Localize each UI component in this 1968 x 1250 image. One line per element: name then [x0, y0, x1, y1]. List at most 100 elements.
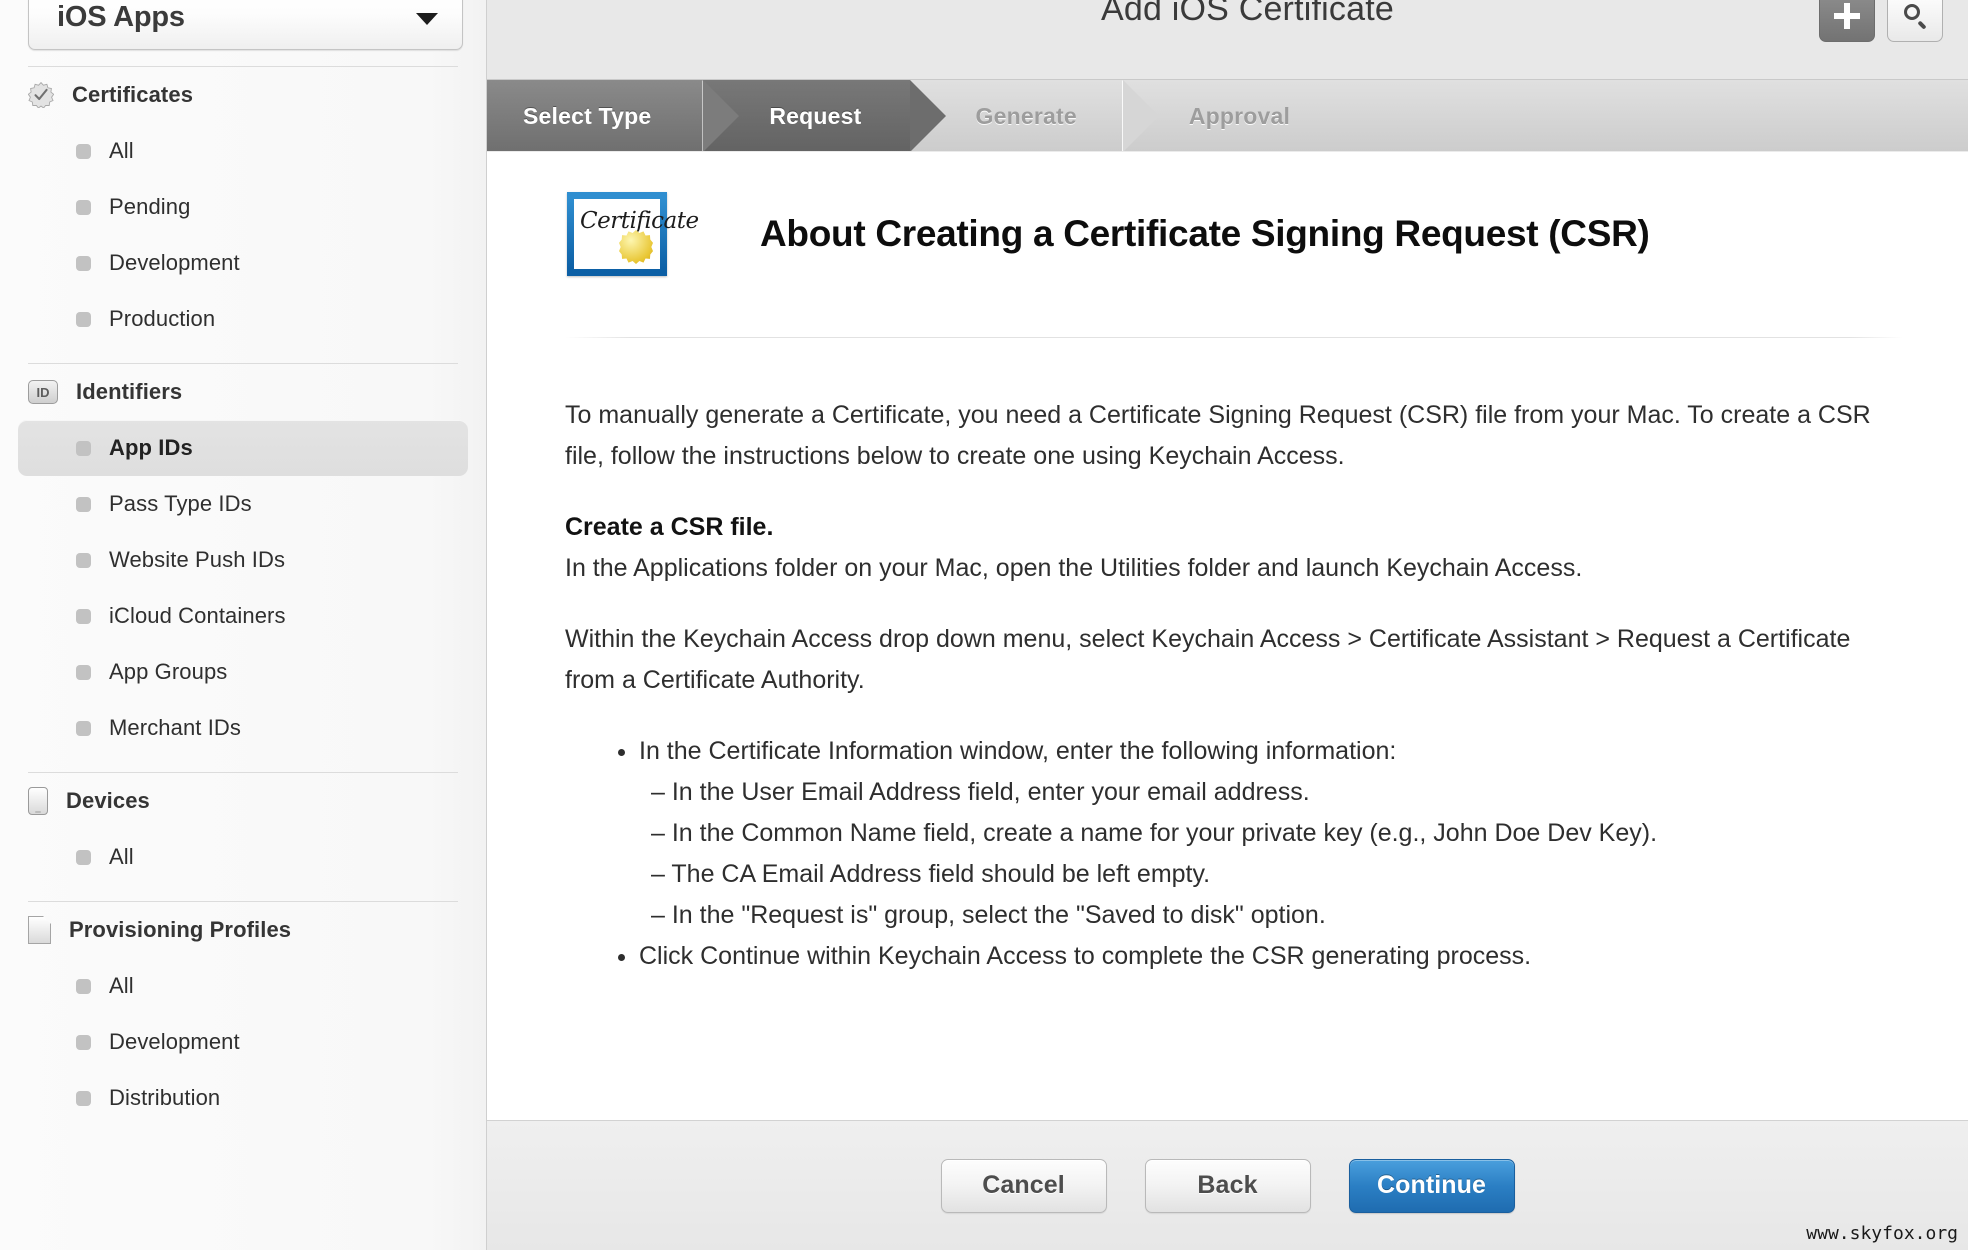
- intro-paragraph: To manually generate a Certificate, you …: [565, 401, 1871, 470]
- sidebar-group-header-certificates[interactable]: Certificates: [0, 67, 486, 123]
- list-item-text: Click Continue within Keychain Access to…: [639, 942, 1532, 970]
- cancel-button[interactable]: Cancel: [940, 1158, 1107, 1213]
- main-pane: Add iOS Certificate Select Type Request: [487, 0, 1968, 1250]
- instruction-sublist: – In the User Email Address field, enter…: [651, 772, 1890, 936]
- sidebar-item-icloud-containers[interactable]: iCloud Containers: [18, 588, 468, 644]
- top-bar: Add iOS Certificate: [487, 0, 1968, 79]
- step-select-type[interactable]: Select Type: [487, 80, 740, 151]
- add-button[interactable]: [1819, 0, 1875, 42]
- continue-button[interactable]: Continue: [1348, 1158, 1515, 1213]
- bullet-icon: [76, 255, 91, 271]
- bullet-icon: [76, 496, 91, 512]
- bullet-icon: [76, 608, 91, 624]
- bullet-icon: [76, 311, 91, 327]
- search-button[interactable]: [1887, 0, 1943, 42]
- sidebar-item-devices-all[interactable]: All: [18, 829, 468, 885]
- step-label: Select Type: [523, 102, 652, 129]
- sidebar-item-pass-type-ids[interactable]: Pass Type IDs: [18, 476, 468, 532]
- sub-list-item: – In the User Email Address field, enter…: [651, 778, 1310, 806]
- content-heading: About Creating a Certificate Signing Req…: [760, 213, 1650, 254]
- certificate-badge-icon: [27, 81, 55, 109]
- sidebar-item-label: Merchant IDs: [109, 715, 242, 740]
- instruction-list: In the Certificate Information window, e…: [617, 731, 1890, 977]
- step-breadcrumb: Select Type Request Generate Approval: [487, 79, 1968, 151]
- bullet-icon: [76, 664, 91, 680]
- sidebar-item-label: App IDs: [109, 435, 193, 460]
- content-hero: Certificate About Creating a Certificate…: [487, 152, 1968, 276]
- sidebar: iOS Apps Certificates All Pending Develo…: [0, 0, 487, 1250]
- document-icon: [28, 915, 52, 944]
- bullet-icon: [76, 552, 91, 568]
- bullet-icon: [76, 720, 91, 736]
- sidebar-group-header-devices[interactable]: Devices: [0, 773, 486, 829]
- sidebar-item-profiles-all[interactable]: All: [18, 958, 468, 1014]
- footer-actions: Cancel Back Continue: [487, 1120, 1968, 1250]
- sidebar-group-certificates: Certificates All Pending Development Pro…: [0, 67, 486, 347]
- step-approval[interactable]: Approval: [1121, 80, 1968, 151]
- sidebar-item-app-ids[interactable]: App IDs: [18, 420, 468, 476]
- sidebar-item-certificates-pending[interactable]: Pending: [18, 179, 468, 235]
- sidebar-item-profiles-development[interactable]: Development: [18, 1014, 468, 1070]
- sidebar-item-label: Pass Type IDs: [109, 491, 252, 516]
- sidebar-group-identifiers: ID Identifiers App IDs Pass Type IDs Web…: [0, 364, 486, 756]
- sidebar-group-header-provisioning-profiles[interactable]: Provisioning Profiles: [0, 902, 486, 958]
- sidebar-item-certificates-production[interactable]: Production: [18, 291, 468, 347]
- sidebar-item-website-push-ids[interactable]: Website Push IDs: [18, 532, 468, 588]
- sidebar-item-label: All: [109, 138, 134, 163]
- sidebar-group-title: Certificates: [72, 82, 194, 107]
- sidebar-item-label: App Groups: [109, 659, 228, 684]
- bullet-icon: [76, 849, 91, 865]
- bullet-icon: [76, 978, 91, 994]
- sidebar-item-label: Distribution: [109, 1085, 221, 1110]
- sidebar-item-label: Development: [109, 250, 240, 275]
- menu-path-line: Within the Keychain Access drop down men…: [565, 625, 1851, 694]
- step-label: Generate: [975, 102, 1077, 129]
- team-selector-button[interactable]: iOS Apps: [28, 0, 463, 50]
- sidebar-item-app-groups[interactable]: App Groups: [18, 644, 468, 700]
- device-icon: [28, 787, 48, 815]
- id-badge-icon: ID: [28, 380, 58, 404]
- list-item-text: In the Certificate Information window, e…: [639, 737, 1397, 765]
- certificate-icon: Certificate: [567, 192, 699, 276]
- sidebar-item-label: All: [109, 973, 134, 998]
- sidebar-item-label: Development: [109, 1029, 240, 1054]
- plus-icon: [1844, 3, 1850, 29]
- team-selector[interactable]: iOS Apps: [28, 0, 463, 50]
- bullet-icon: [76, 143, 91, 159]
- bullet-icon: [76, 1090, 91, 1106]
- list-item: In the Certificate Information window, e…: [639, 731, 1890, 936]
- sidebar-group-title: Identifiers: [76, 379, 183, 404]
- sidebar-item-profiles-distribution[interactable]: Distribution: [18, 1070, 468, 1126]
- sub-list-item: – In the "Request is" group, select the …: [651, 901, 1326, 929]
- bullet-icon: [76, 199, 91, 215]
- content-card: Certificate About Creating a Certificate…: [487, 152, 1968, 1120]
- sidebar-item-certificates-development[interactable]: Development: [18, 235, 468, 291]
- sidebar-nav: Certificates All Pending Development Pro…: [0, 66, 486, 1126]
- sidebar-group-header-identifiers[interactable]: ID Identifiers: [0, 364, 486, 420]
- list-item: Click Continue within Keychain Access to…: [639, 936, 1890, 977]
- sidebar-group-devices: Devices All: [0, 773, 486, 885]
- sidebar-item-certificates-all[interactable]: All: [18, 123, 468, 179]
- sub-list-item: – The CA Email Address field should be l…: [651, 860, 1211, 888]
- step-label: Request: [769, 102, 862, 129]
- section-heading: Create a CSR file.: [565, 513, 774, 541]
- sidebar-group-provisioning-profiles: Provisioning Profiles All Development Di…: [0, 902, 486, 1126]
- sidebar-item-label: iCloud Containers: [109, 603, 286, 628]
- sidebar-item-label: Website Push IDs: [109, 547, 286, 572]
- chevron-down-icon: [416, 13, 438, 25]
- sidebar-item-label: Production: [109, 306, 216, 331]
- back-button[interactable]: Back: [1144, 1158, 1311, 1213]
- content-body: To manually generate a Certificate, you …: [487, 338, 1968, 977]
- app-root: iOS Apps Certificates All Pending Develo…: [0, 0, 1968, 1250]
- watermark: www.skyfox.org: [1806, 1223, 1958, 1244]
- search-icon: [1902, 3, 1928, 30]
- sidebar-item-merchant-ids[interactable]: Merchant IDs: [18, 700, 468, 756]
- sidebar-group-title: Provisioning Profiles: [69, 917, 292, 942]
- sidebar-item-label: All: [109, 844, 134, 869]
- bullet-icon: [76, 1034, 91, 1050]
- certificate-seal-icon: [619, 230, 653, 264]
- page-title: Add iOS Certificate: [1101, 0, 1394, 28]
- team-selector-value: iOS Apps: [57, 0, 185, 33]
- section-line: In the Applications folder on your Mac, …: [565, 554, 1583, 582]
- bullet-icon: [76, 440, 91, 456]
